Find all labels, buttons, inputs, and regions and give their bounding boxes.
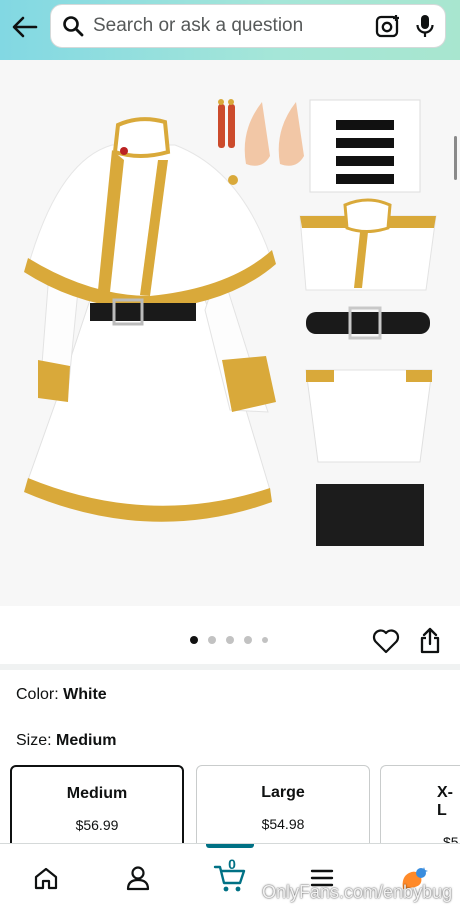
pagination-dot-4[interactable] xyxy=(244,636,252,644)
size-label: Size: xyxy=(16,732,52,749)
watermark-text: OnlyFans.com/enbybug xyxy=(262,882,453,902)
product-image-gallery[interactable] xyxy=(0,60,460,606)
size-option-xl[interactable]: X-L $5 xyxy=(380,765,460,850)
size-options: Medium $56.99 Large $54.98 X-L $5 xyxy=(10,765,460,850)
account-icon xyxy=(126,866,150,891)
microphone-icon[interactable] xyxy=(405,13,445,39)
gallery-controls xyxy=(0,606,460,668)
wishlist-button[interactable] xyxy=(372,628,402,656)
size-option-large[interactable]: Large $54.98 xyxy=(196,765,370,849)
size-option-price: $56.99 xyxy=(75,817,119,833)
magnifier-icon xyxy=(55,15,91,37)
size-selection-row: Size: Medium xyxy=(16,732,116,750)
dress-illustration xyxy=(24,117,276,522)
size-option-name: Medium xyxy=(66,785,128,802)
capelet-illustration xyxy=(299,198,437,291)
search-bar[interactable]: Search or ask a question xyxy=(50,4,446,48)
nav-account[interactable] xyxy=(92,844,184,911)
product-image xyxy=(24,99,437,546)
size-option-medium[interactable]: Medium $56.99 xyxy=(10,765,184,849)
color-value: White xyxy=(63,686,107,703)
size-option-price: $54.98 xyxy=(261,816,305,832)
stockings-illustration xyxy=(316,484,424,546)
striped-top-illustration xyxy=(309,99,421,193)
camera-scan-icon[interactable] xyxy=(371,14,405,38)
skirt-piece-illustration xyxy=(305,369,433,463)
pagination-dot-3[interactable] xyxy=(226,636,234,644)
belt-illustration xyxy=(306,306,430,340)
nav-home[interactable] xyxy=(0,844,92,911)
pagination-dots[interactable] xyxy=(190,636,268,644)
top-header: Search or ask a question xyxy=(0,0,460,60)
gallery-scrollbar[interactable] xyxy=(454,136,457,180)
share-icon xyxy=(420,627,440,654)
color-selection-row: Color: White xyxy=(16,686,107,704)
section-divider xyxy=(0,664,460,670)
size-option-name: Large xyxy=(261,784,305,801)
size-value: Medium xyxy=(56,732,117,749)
heart-outline-icon xyxy=(372,629,400,654)
size-option-name: X-L xyxy=(437,784,453,819)
home-icon xyxy=(34,867,58,890)
color-label: Color: xyxy=(16,686,59,703)
earrings-illustration xyxy=(218,99,235,148)
share-button[interactable] xyxy=(418,626,444,656)
cart-count: 0 xyxy=(228,856,236,872)
search-input[interactable]: Search or ask a question xyxy=(91,15,371,37)
pagination-dot-5[interactable] xyxy=(262,637,268,643)
pagination-dot-2[interactable] xyxy=(208,636,216,644)
back-button[interactable] xyxy=(6,10,44,44)
arrow-left-icon xyxy=(12,16,38,38)
pagination-dot-1[interactable] xyxy=(190,636,198,644)
